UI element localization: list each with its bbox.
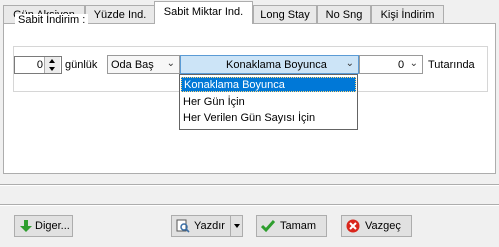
period-select[interactable]: Konaklama Boyunca ⌄: [180, 55, 359, 74]
dropdown-option[interactable]: Konaklama Boyunca: [181, 77, 356, 92]
dropdown-option[interactable]: Her Gün İçin: [181, 95, 356, 110]
days-label: günlük: [65, 59, 98, 71]
tab-label: No Sng: [325, 9, 363, 21]
tab-kisi-indirim[interactable]: Kişi İndirim: [371, 5, 444, 23]
option-label: Her Gün İçin: [183, 96, 245, 108]
spin-buttons: [44, 57, 61, 73]
print-preview-icon: [176, 219, 190, 233]
yazdir-label: Yazdır: [194, 220, 225, 232]
divider: [0, 205, 499, 206]
period-dropdown-list: Konaklama Boyunca Her Gün İçin Her Veril…: [179, 74, 358, 130]
amount-select-value: 0: [398, 59, 405, 71]
vazgec-button[interactable]: Vazgeç: [341, 215, 412, 237]
chevron-down-icon: ⌄: [409, 58, 418, 69]
spin-down-button[interactable]: [45, 65, 60, 73]
chevron-down-icon: ⌄: [166, 58, 175, 69]
diger-button[interactable]: Diger...: [14, 215, 73, 237]
amount-label: Tutarında: [428, 59, 475, 71]
days-spin-input[interactable]: 0: [14, 56, 62, 74]
checkmark-icon: [261, 220, 275, 233]
tab-no-sng[interactable]: No Sng: [317, 5, 371, 23]
chevron-down-icon: [234, 224, 240, 228]
tamam-button[interactable]: Tamam: [256, 215, 327, 237]
tab-label: Yüzde Ind.: [93, 9, 147, 21]
dropdown-option[interactable]: Her Verilen Gün Sayısı İçin: [181, 111, 356, 126]
divider: [0, 185, 499, 186]
tab-long-stay[interactable]: Long Stay: [253, 5, 317, 23]
arrow-down-icon: [20, 220, 32, 232]
tab-yuzde-ind[interactable]: Yüzde Ind.: [85, 5, 155, 23]
tamam-label: Tamam: [280, 220, 317, 232]
group-title: Sabit İndirim :: [15, 14, 89, 26]
amount-select[interactable]: 0 ⌄: [359, 55, 423, 74]
option-label: Konaklama Boyunca: [184, 79, 285, 91]
chevron-down-icon: ⌄: [345, 58, 354, 69]
vazgec-label: Vazgeç: [365, 220, 401, 232]
option-label: Her Verilen Gün Sayısı İçin: [183, 112, 316, 124]
arrow-up-icon: [49, 59, 55, 63]
yazdir-button[interactable]: Yazdır: [171, 215, 231, 237]
tab-label: Long Stay: [260, 9, 310, 21]
tab-label: Sabit Miktar Ind.: [163, 6, 244, 18]
yazdir-dropdown-button[interactable]: [230, 215, 243, 237]
room-select-value: Oda Baş: [111, 59, 154, 71]
days-value: 0: [36, 59, 43, 71]
room-select[interactable]: Oda Baş ⌄: [107, 55, 180, 74]
diger-label: Diger...: [35, 220, 70, 232]
period-select-value: Konaklama Boyunca: [226, 59, 327, 71]
tab-sabit-miktar-ind[interactable]: Sabit Miktar Ind.: [154, 1, 253, 24]
cancel-icon: [346, 219, 360, 233]
tab-label: Kişi İndirim: [380, 9, 435, 21]
arrow-down-icon: [49, 67, 55, 71]
